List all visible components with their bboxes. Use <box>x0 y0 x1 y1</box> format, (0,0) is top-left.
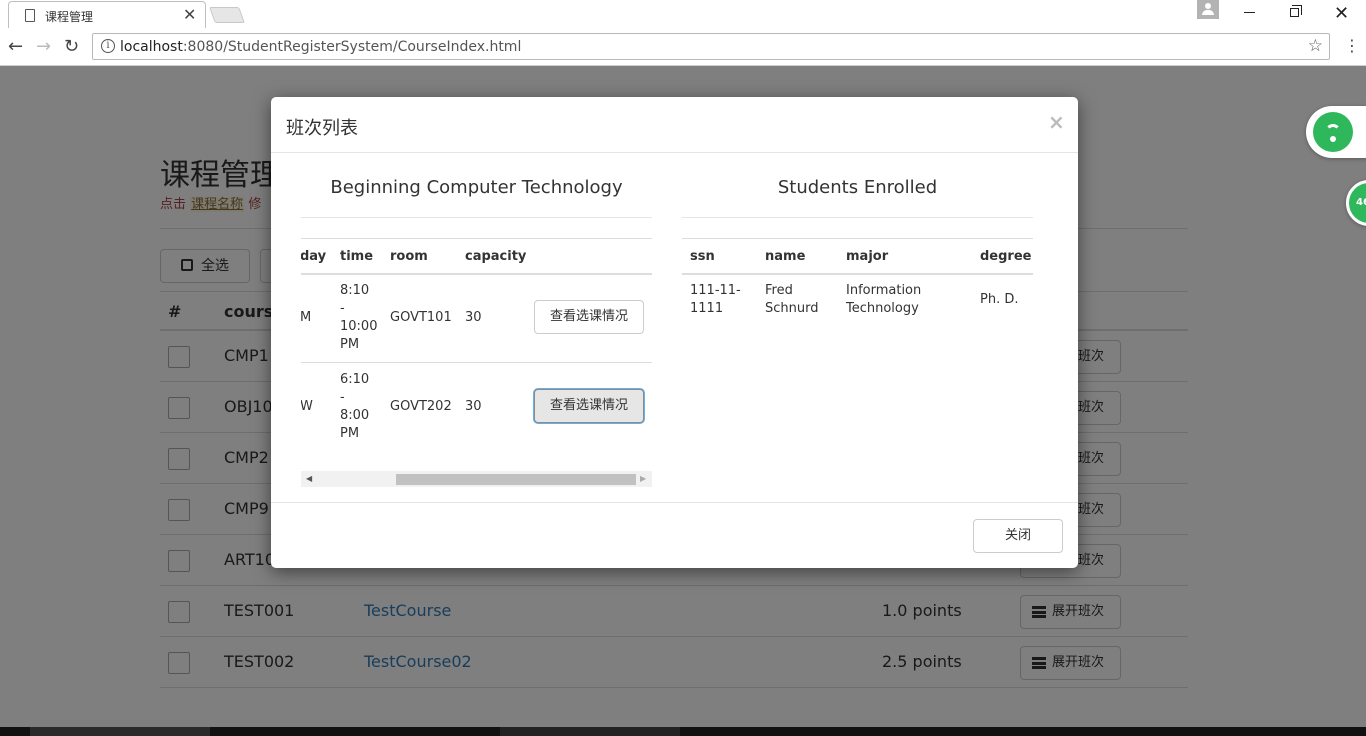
sections-modal: 班次列表 × Beginning Computer Technology Stu… <box>271 97 1078 568</box>
new-tab-button[interactable] <box>209 7 245 23</box>
student-name: Fred Schnurd <box>765 283 819 316</box>
column-header-room: room <box>390 249 428 264</box>
reload-icon[interactable]: ↻ <box>64 36 79 57</box>
modal-close-icon[interactable]: × <box>1048 110 1065 134</box>
wifi-widget[interactable] <box>1306 106 1366 158</box>
document-icon <box>25 9 35 22</box>
column-header-name: name <box>765 249 806 264</box>
students-table: ssn name major degree 111-11- 1111 Fred Sc… <box>682 238 1033 338</box>
section-capacity: 30 <box>465 310 482 325</box>
back-icon[interactable]: ← <box>8 36 23 57</box>
restore-icon[interactable] <box>1290 5 1302 17</box>
address-bar[interactable]: i localhost:8080/StudentRegisterSystem/C… <box>92 33 1330 60</box>
browser-tab[interactable]: 课程管理 ✕ <box>8 1 206 29</box>
view-enrollment-button[interactable]: 查看选课情况 <box>534 389 644 423</box>
column-header-major: major <box>846 249 889 264</box>
student-major: Information Technology <box>846 283 922 316</box>
taskbar <box>0 727 1366 736</box>
close-tab-icon[interactable]: ✕ <box>183 5 196 24</box>
section-capacity: 30 <box>465 399 482 414</box>
modal-footer: 关闭 <box>271 502 1078 568</box>
minimize-icon[interactable] <box>1244 12 1255 13</box>
modal-title: 班次列表 <box>286 118 358 139</box>
divider <box>682 217 1033 218</box>
column-header-capacity: capacity <box>465 249 527 264</box>
forward-icon[interactable]: → <box>36 36 51 57</box>
column-header-degree: degree <box>980 249 1032 264</box>
horizontal-scrollbar[interactable]: ◀ ▶ <box>301 471 652 487</box>
close-button[interactable]: 关闭 <box>973 519 1063 553</box>
info-icon[interactable]: i <box>101 39 115 53</box>
view-enrollment-button[interactable]: 查看选课情况 <box>534 300 644 334</box>
column-header-day: day <box>301 249 327 264</box>
modal-header: 班次列表 × <box>271 97 1078 153</box>
url-text: localhost:8080/StudentRegisterSystem/Cou… <box>120 39 522 55</box>
scrollbar-thumb[interactable] <box>396 474 636 485</box>
divider <box>301 217 652 218</box>
section-day: M <box>301 310 312 325</box>
sections-table[interactable]: day time room capacity M 8:10-10:00 PM GO… <box>301 238 652 486</box>
browser-toolbar: ← → ↻ i localhost:8080/StudentRegisterSy… <box>0 28 1366 66</box>
section-time: 6:10-8:00 PM <box>340 372 370 441</box>
section-room: GOVT202 <box>390 399 452 414</box>
students-title: Students Enrolled <box>777 177 938 198</box>
scroll-left-icon[interactable]: ◀ <box>306 474 312 483</box>
course-title: Beginning Computer Technology <box>330 177 623 198</box>
tab-strip: 课程管理 ✕ ✕ <box>0 0 1366 29</box>
section-day: W <box>301 399 313 414</box>
close-window-icon[interactable]: ✕ <box>1334 3 1349 24</box>
wifi-icon <box>1313 112 1353 152</box>
student-degree: Ph. D. <box>980 292 1019 307</box>
menu-icon[interactable]: ⋮ <box>1344 36 1360 55</box>
column-header-ssn: ssn <box>690 249 715 264</box>
user-profile-icon[interactable] <box>1197 0 1219 19</box>
section-time: 8:10-10:00 PM <box>340 283 378 352</box>
scroll-right-icon[interactable]: ▶ <box>640 474 646 483</box>
tab-title: 课程管理 <box>45 10 94 24</box>
section-room: GOVT101 <box>390 310 452 325</box>
student-ssn: 111-11- 1111 <box>690 283 741 316</box>
bookmark-star-icon[interactable]: ☆ <box>1308 36 1323 56</box>
column-header-time: time <box>340 249 374 264</box>
